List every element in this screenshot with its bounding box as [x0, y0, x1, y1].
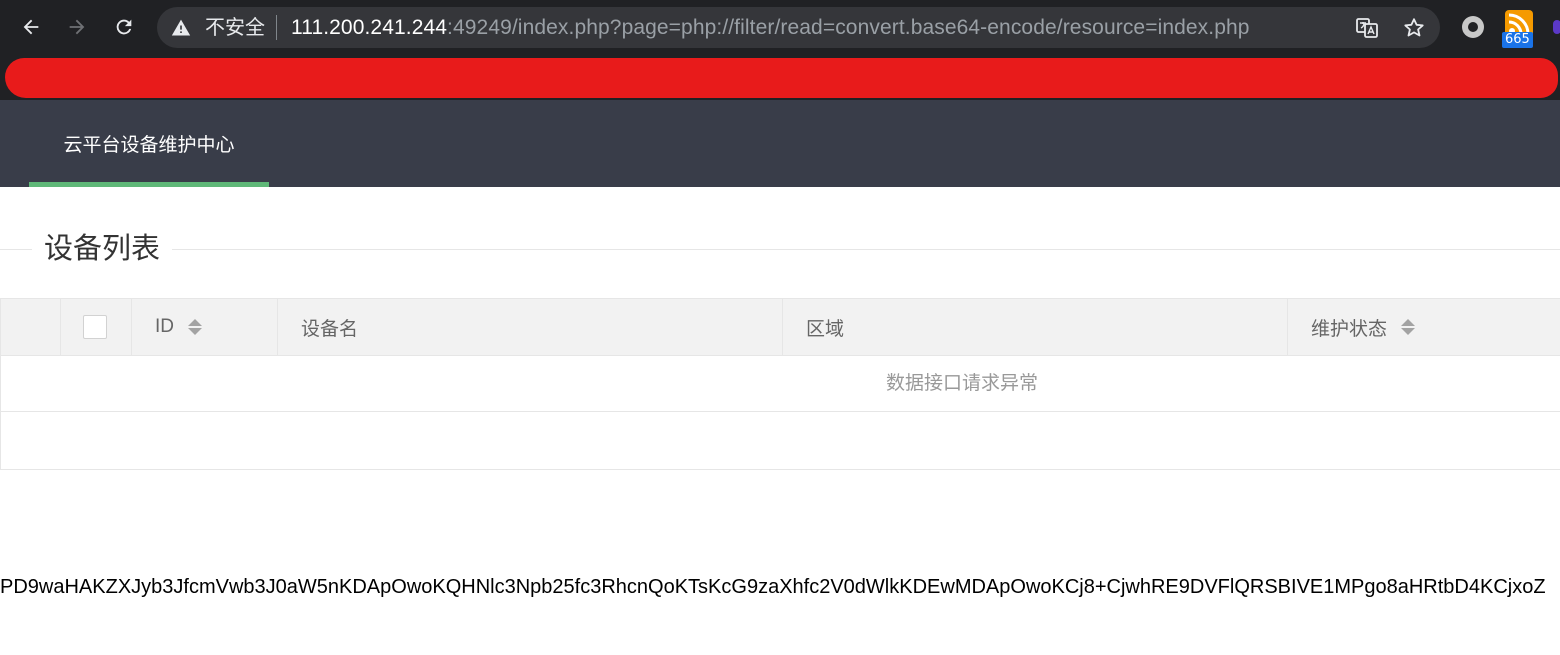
extension-circle-icon[interactable] — [1459, 13, 1487, 41]
header-cell-id[interactable]: ID — [132, 299, 278, 355]
active-nav-indicator — [29, 182, 269, 187]
forward-button[interactable] — [60, 10, 94, 44]
section-title: 设备列表 — [32, 230, 173, 268]
url-host: 111.200.241.244 — [291, 16, 448, 39]
app-title: 云平台设备维护中心 — [63, 135, 235, 156]
header-cell-status[interactable]: 维护状态 — [1288, 299, 1560, 355]
nav-item-home[interactable]: 云平台设备维护中心 — [29, 100, 269, 187]
column-header-id: ID — [155, 316, 174, 337]
back-button[interactable] — [14, 10, 48, 44]
section-divider — [0, 249, 1560, 250]
sort-icon[interactable] — [188, 318, 202, 336]
translate-icon[interactable] — [1355, 16, 1379, 40]
table-empty-row: 数据接口请求异常 — [1, 356, 1560, 412]
column-header-name: 设备名 — [301, 318, 359, 340]
browser-toolbar: 不安全 111.200.241.244:49249/index.php?page… — [0, 0, 1560, 56]
app-header: 云平台设备维护中心 — [0, 100, 1560, 187]
redaction-mark — [5, 58, 1558, 98]
back-arrow-icon — [23, 19, 39, 35]
device-table: ID 设备名 区域 维护状态 数据接口请求异常 — [0, 298, 1560, 470]
address-bar[interactable]: 不安全 111.200.241.244:49249/index.php?page… — [157, 7, 1440, 48]
divider — [276, 15, 277, 40]
empty-message: 数据接口请求异常 — [885, 373, 1038, 394]
header-cell-name: 设备名 — [278, 299, 783, 355]
security-label[interactable]: 不安全 — [205, 17, 265, 39]
sort-icon[interactable] — [1401, 318, 1416, 336]
header-cell-region: 区域 — [783, 299, 1288, 355]
header-cell-blank — [1, 299, 61, 355]
reload-button[interactable] — [107, 10, 141, 44]
table-header: ID 设备名 区域 维护状态 — [1, 299, 1560, 356]
extension-badge: 665 — [1502, 32, 1533, 48]
profile-icon[interactable] — [1553, 20, 1560, 34]
warning-icon[interactable] — [171, 18, 191, 38]
header-cell-select — [61, 299, 132, 355]
column-header-region: 区域 — [806, 318, 845, 340]
select-all-checkbox[interactable] — [83, 315, 107, 339]
forward-arrow-icon — [69, 19, 85, 35]
reload-icon — [116, 19, 132, 35]
url-text[interactable]: 111.200.241.244:49249/index.php?page=php… — [291, 16, 1250, 39]
url-path: :49249/index.php?page=php://filter/read=… — [447, 16, 1250, 39]
base64-output: PD9waHAKZXJyb3JfcmVwb3J0aW5nKDApOwoKQHNl… — [0, 576, 1546, 598]
column-header-status: 维护状态 — [1311, 318, 1388, 340]
bookmark-star-icon[interactable] — [1402, 16, 1426, 40]
